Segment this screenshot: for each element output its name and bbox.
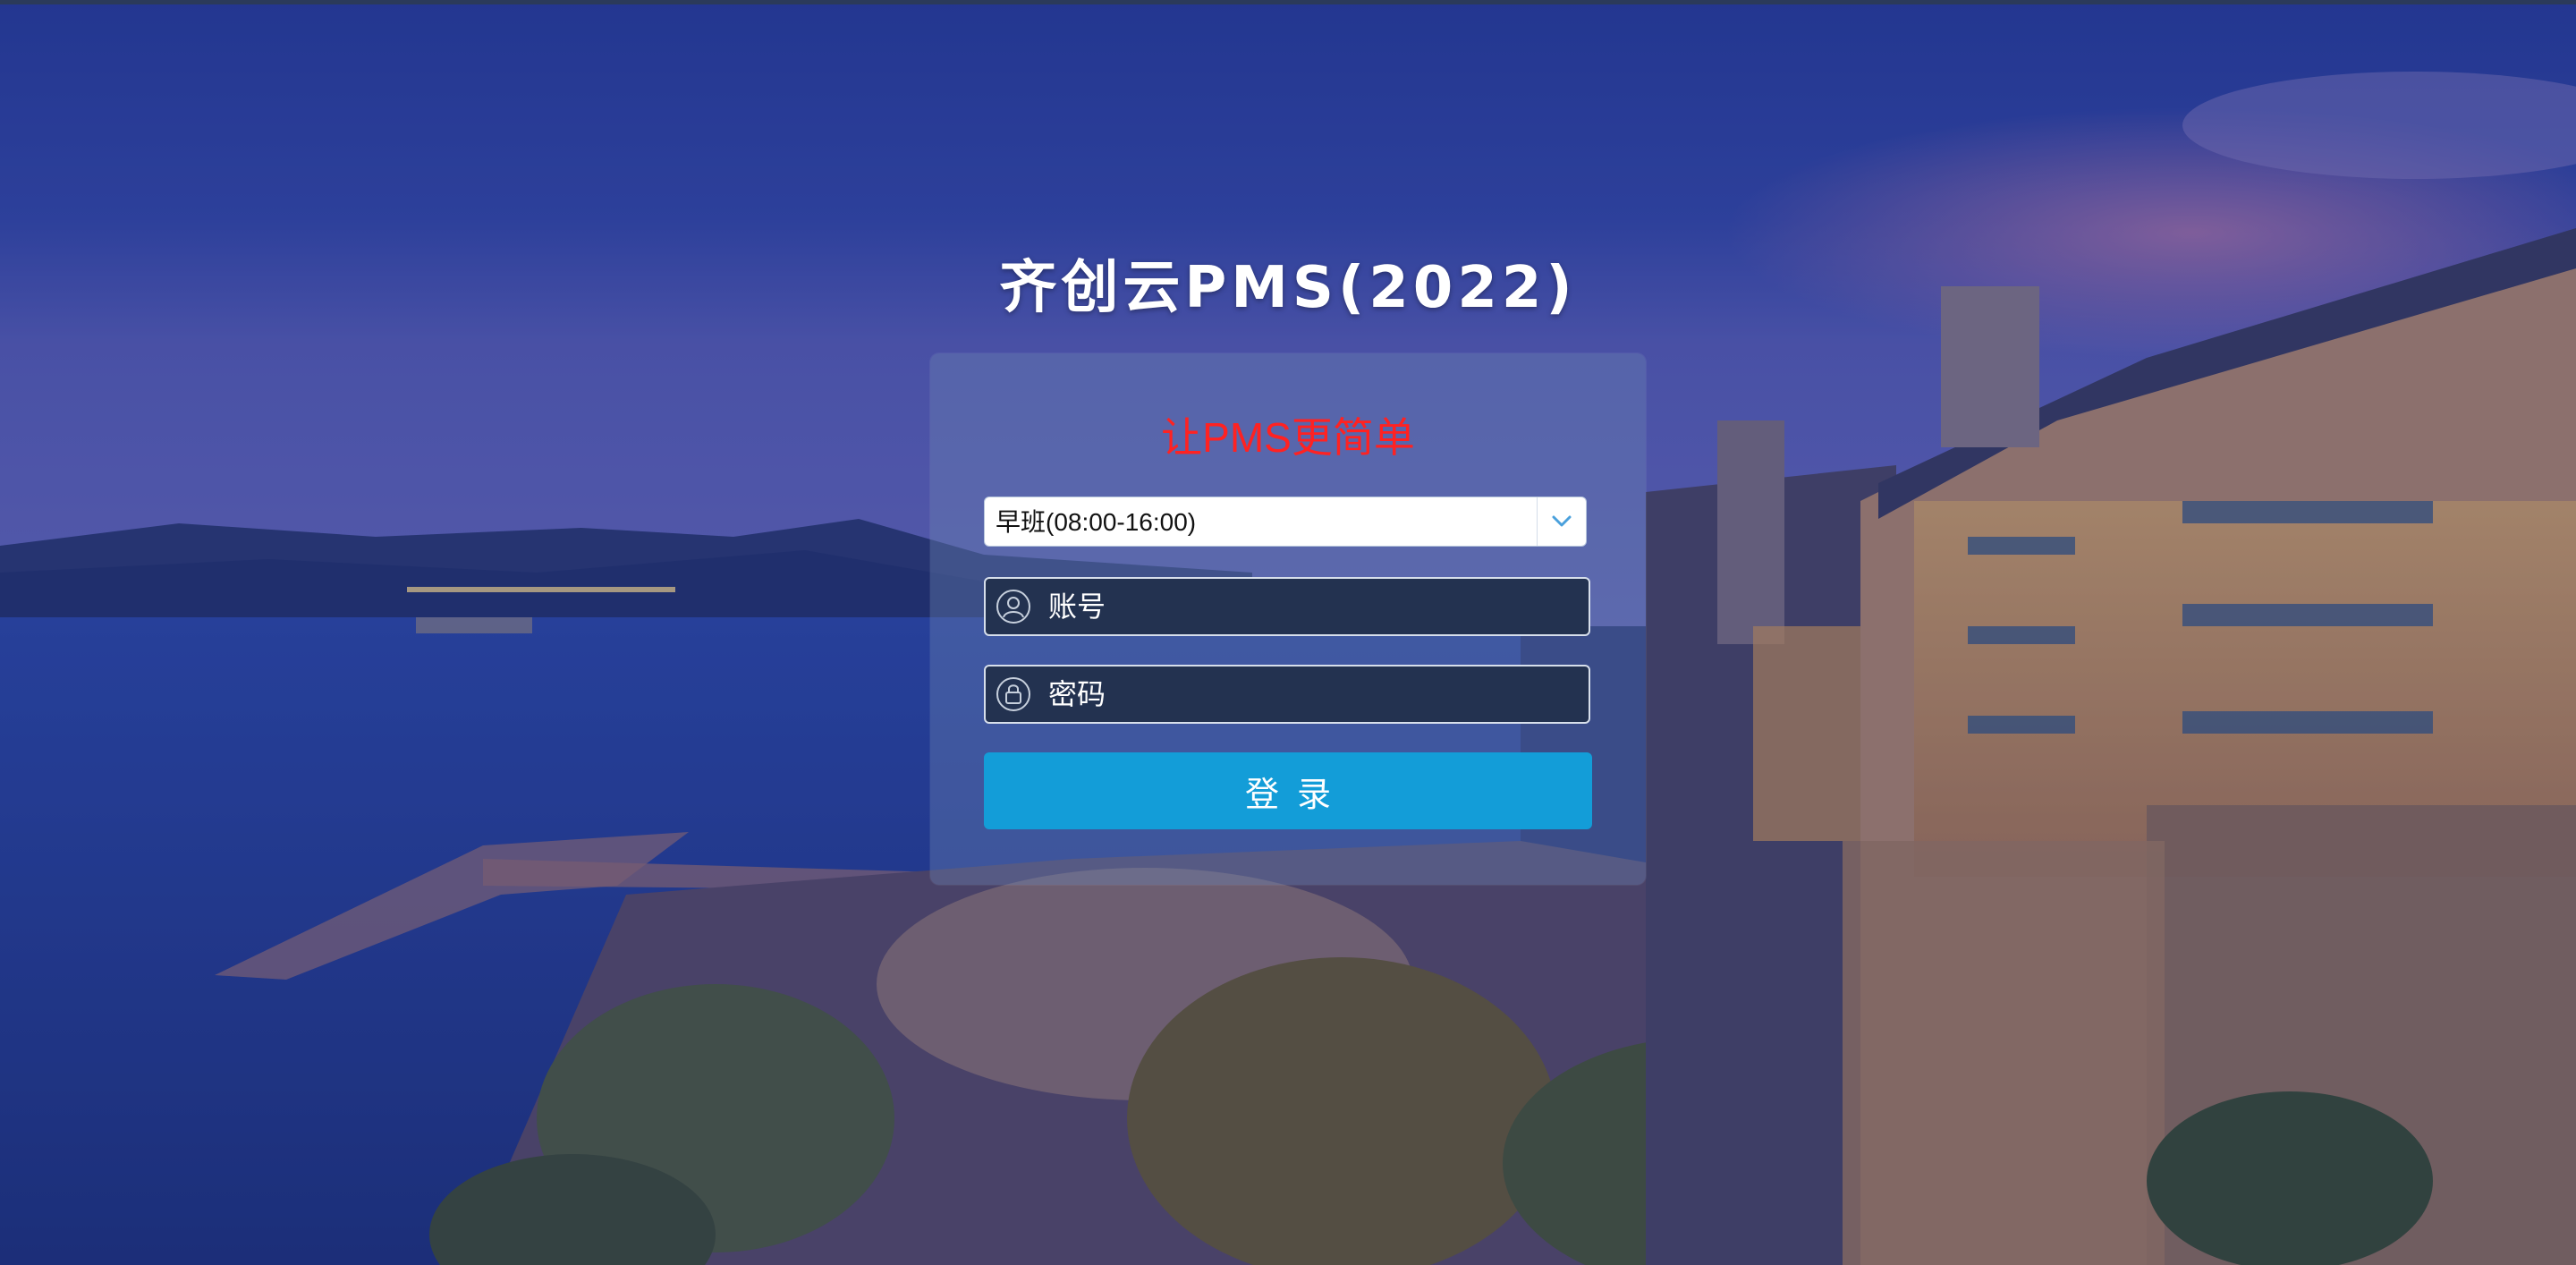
top-border (0, 0, 2576, 4)
slogan: 让PMS更简单 (1161, 414, 1415, 461)
account-field (984, 577, 1590, 636)
account-input[interactable] (1048, 579, 1576, 634)
app-title: 齐创云PMS(2022) (999, 255, 1577, 321)
shift-selected-value: 早班(08:00-16:00) (996, 508, 1197, 536)
user-icon (995, 588, 1032, 625)
login-page: 齐创云PMS(2022) 让PMS更简单 早班(08:00-16:00) 账号 … (0, 0, 2576, 1265)
password-input[interactable] (1048, 666, 1576, 722)
login-card: 让PMS更简单 早班(08:00-16:00) 账号 登录 (930, 353, 1646, 885)
chevron-down-icon[interactable] (1537, 497, 1586, 546)
login-button[interactable]: 登录 (984, 752, 1592, 829)
shift-select[interactable]: 早班(08:00-16:00) (984, 497, 1587, 547)
lock-icon (995, 675, 1032, 713)
password-field (984, 665, 1590, 724)
